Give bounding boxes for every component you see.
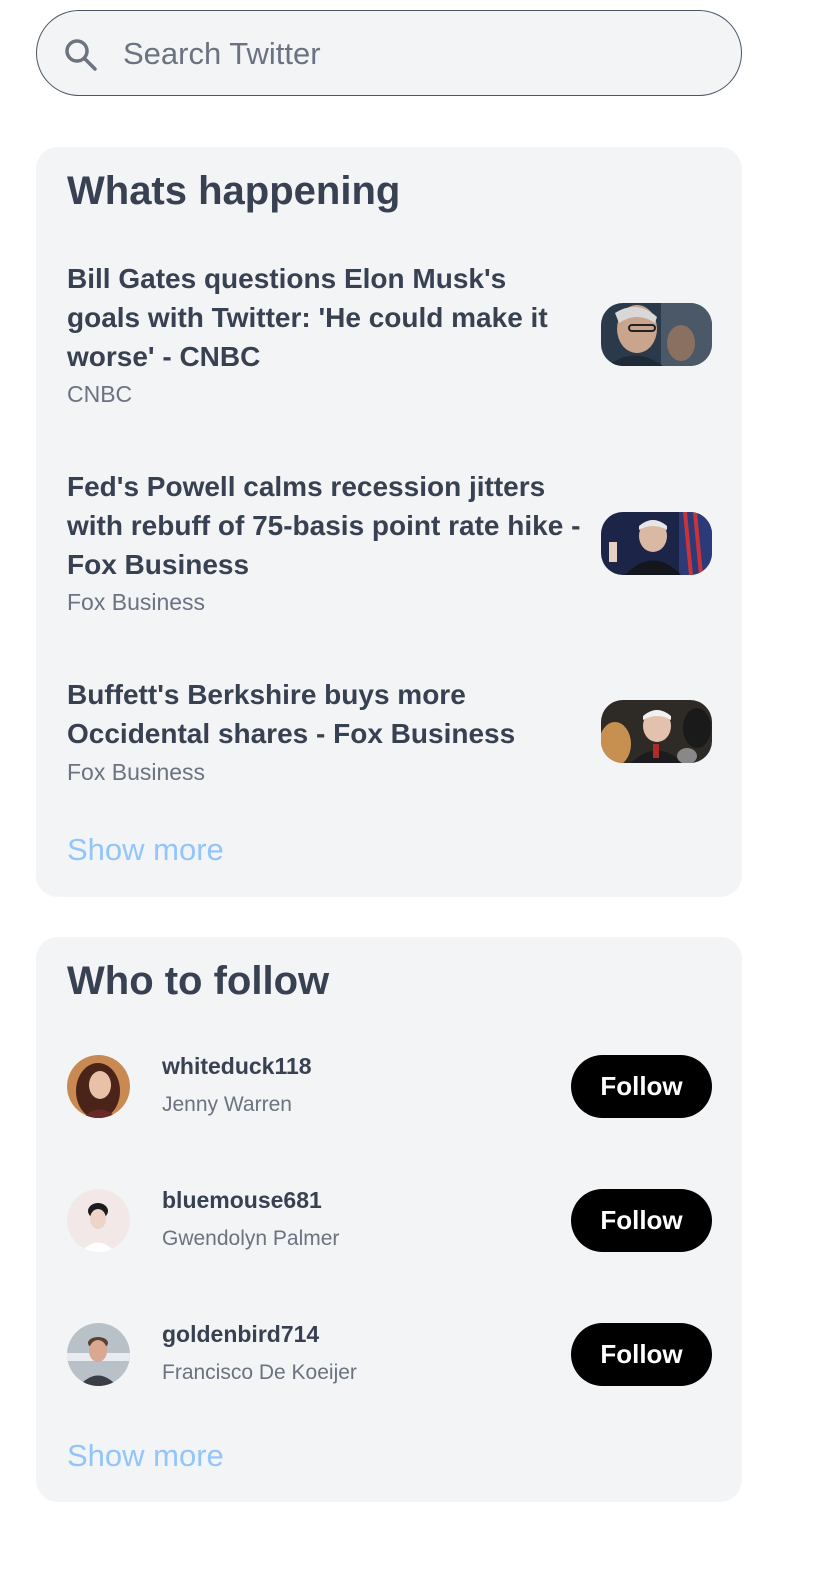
follow-button[interactable]: Follow [571, 1055, 712, 1118]
news-thumbnail[interactable] [601, 700, 712, 763]
show-more-link[interactable]: Show more [67, 1436, 224, 1476]
news-headline[interactable]: Fed's Powell calms recession jitters wit… [67, 467, 587, 584]
avatar[interactable] [67, 1323, 130, 1386]
news-headline[interactable]: Buffett's Berkshire buys more Occidental… [67, 675, 587, 753]
news-source: CNBC [67, 381, 133, 407]
news-thumbnail[interactable] [601, 303, 712, 366]
news-headline[interactable]: Bill Gates questions Elon Musk's goals w… [67, 259, 587, 376]
news-item[interactable]: Bill Gates questions Elon Musk's goals w… [67, 259, 712, 409]
follow-suggestion: bluemouse681 Gwendolyn Palmer Follow [67, 1187, 712, 1253]
news-source: Fox Business [67, 589, 206, 615]
follow-suggestion: whiteduck118 Jenny Warren Follow [67, 1053, 712, 1119]
follow-button[interactable]: Follow [571, 1189, 712, 1252]
who-to-follow-title: Who to follow [67, 959, 330, 1003]
user-name: Jenny Warren [162, 1093, 292, 1116]
user-name: Francisco De Koeijer [162, 1361, 357, 1384]
user-handle[interactable]: bluemouse681 [162, 1185, 322, 1215]
user-handle[interactable]: whiteduck118 [162, 1051, 312, 1081]
search-bar[interactable] [36, 10, 742, 96]
user-handle[interactable]: goldenbird714 [162, 1319, 319, 1349]
search-input[interactable] [123, 31, 703, 77]
follow-suggestion: goldenbird714 Francisco De Koeijer Follo… [67, 1321, 712, 1387]
whats-happening-panel: Whats happening Bill Gates questions Elo… [36, 147, 742, 897]
news-item[interactable]: Buffett's Berkshire buys more Occidental… [67, 675, 712, 785]
news-source: Fox Business [67, 759, 206, 785]
who-to-follow-panel: Who to follow whiteduck118 Jenny Warren … [36, 937, 742, 1502]
search-icon [65, 39, 97, 71]
news-item[interactable]: Fed's Powell calms recession jitters wit… [67, 467, 712, 617]
user-name: Gwendolyn Palmer [162, 1227, 340, 1250]
follow-button[interactable]: Follow [571, 1323, 712, 1386]
avatar[interactable] [67, 1055, 130, 1118]
whats-happening-title: Whats happening [67, 169, 401, 213]
news-thumbnail[interactable] [601, 512, 712, 575]
show-more-link[interactable]: Show more [67, 830, 224, 870]
avatar[interactable] [67, 1189, 130, 1252]
